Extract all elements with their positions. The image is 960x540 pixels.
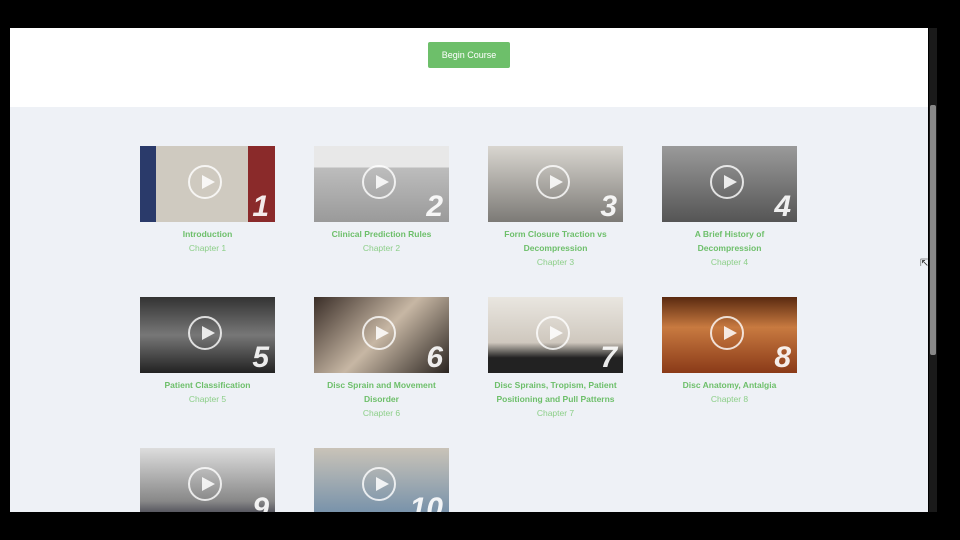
- play-icon[interactable]: [188, 165, 222, 199]
- chapter-thumbnail[interactable]: 3: [488, 146, 623, 222]
- chapter-thumbnail[interactable]: 2: [314, 146, 449, 222]
- chapter-title[interactable]: Disc Sprain and Movement Disorder: [314, 378, 449, 406]
- mouse-cursor-icon: ⇱: [920, 258, 929, 269]
- chapter-number: 3: [600, 190, 617, 222]
- chapter-number: 9: [252, 492, 269, 512]
- chapter-card[interactable]: 7 Disc Sprains, Tropism, Patient Positio…: [488, 297, 623, 420]
- chapter-card[interactable]: 6 Disc Sprain and Movement Disorder Chap…: [314, 297, 449, 420]
- scrollbar-thumb[interactable]: [930, 105, 936, 355]
- chapter-label: Chapter 8: [710, 394, 749, 404]
- chapter-card[interactable]: 1 Introduction Chapter 1: [140, 146, 275, 255]
- scrollbar[interactable]: [929, 28, 937, 512]
- chapter-thumbnail[interactable]: 10: [314, 448, 449, 512]
- header: Begin Course: [10, 28, 928, 107]
- course-page: Begin Course 1 Introduction Chapter 1 2 …: [10, 28, 928, 512]
- chapter-title[interactable]: Patient Classification: [140, 378, 275, 392]
- chapter-thumbnail[interactable]: 4: [662, 146, 797, 222]
- begin-course-button[interactable]: Begin Course: [428, 42, 510, 68]
- chapter-thumbnail[interactable]: 6: [314, 297, 449, 373]
- chapter-number: 10: [409, 492, 443, 512]
- chapter-label: Chapter 5: [188, 394, 227, 404]
- play-icon[interactable]: [362, 467, 396, 501]
- chapter-title[interactable]: Disc Sprains, Tropism, Patient Positioni…: [488, 378, 623, 406]
- chapter-thumbnail[interactable]: 7: [488, 297, 623, 373]
- chapter-card[interactable]: 4 A Brief History of Decompression Chapt…: [662, 146, 797, 269]
- play-icon[interactable]: [710, 165, 744, 199]
- chapter-label: Chapter 1: [188, 243, 227, 253]
- play-icon[interactable]: [188, 316, 222, 350]
- chapter-card[interactable]: 9: [140, 448, 275, 512]
- play-icon[interactable]: [710, 316, 744, 350]
- play-icon[interactable]: [188, 467, 222, 501]
- chapter-number: 7: [600, 341, 617, 373]
- chapter-card[interactable]: 2 Clinical Prediction Rules Chapter 2: [314, 146, 449, 255]
- chapter-label: Chapter 6: [362, 408, 401, 418]
- play-icon[interactable]: [536, 165, 570, 199]
- chapter-label: Chapter 3: [536, 257, 575, 267]
- play-icon[interactable]: [536, 316, 570, 350]
- chapter-thumbnail[interactable]: 5: [140, 297, 275, 373]
- chapter-number: 2: [426, 190, 443, 222]
- chapter-number: 6: [426, 341, 443, 373]
- chapter-number: 5: [252, 341, 269, 373]
- chapter-card[interactable]: 5 Patient Classification Chapter 5: [140, 297, 275, 406]
- chapter-label: Chapter 2: [362, 243, 401, 253]
- chapter-thumbnail[interactable]: 1: [140, 146, 275, 222]
- chapter-card[interactable]: 8 Disc Anatomy, Antalgia Chapter 8: [662, 297, 797, 406]
- chapter-title[interactable]: Disc Anatomy, Antalgia: [662, 378, 797, 392]
- play-icon[interactable]: [362, 316, 396, 350]
- chapter-number: 8: [774, 341, 791, 373]
- chapter-thumbnail[interactable]: 9: [140, 448, 275, 512]
- chapter-title[interactable]: Introduction: [140, 227, 275, 241]
- chapter-number: 1: [252, 190, 269, 222]
- play-icon[interactable]: [362, 165, 396, 199]
- chapter-title[interactable]: Form Closure Traction vs Decompression: [488, 227, 623, 255]
- chapter-label: Chapter 7: [536, 408, 575, 418]
- chapter-title[interactable]: A Brief History of Decompression: [662, 227, 797, 255]
- chapter-label: Chapter 4: [710, 257, 749, 267]
- chapter-title[interactable]: Clinical Prediction Rules: [314, 227, 449, 241]
- chapter-card[interactable]: 3 Form Closure Traction vs Decompression…: [488, 146, 623, 269]
- chapter-number: 4: [774, 190, 791, 222]
- chapter-card[interactable]: 10: [314, 448, 449, 512]
- chapter-thumbnail[interactable]: 8: [662, 297, 797, 373]
